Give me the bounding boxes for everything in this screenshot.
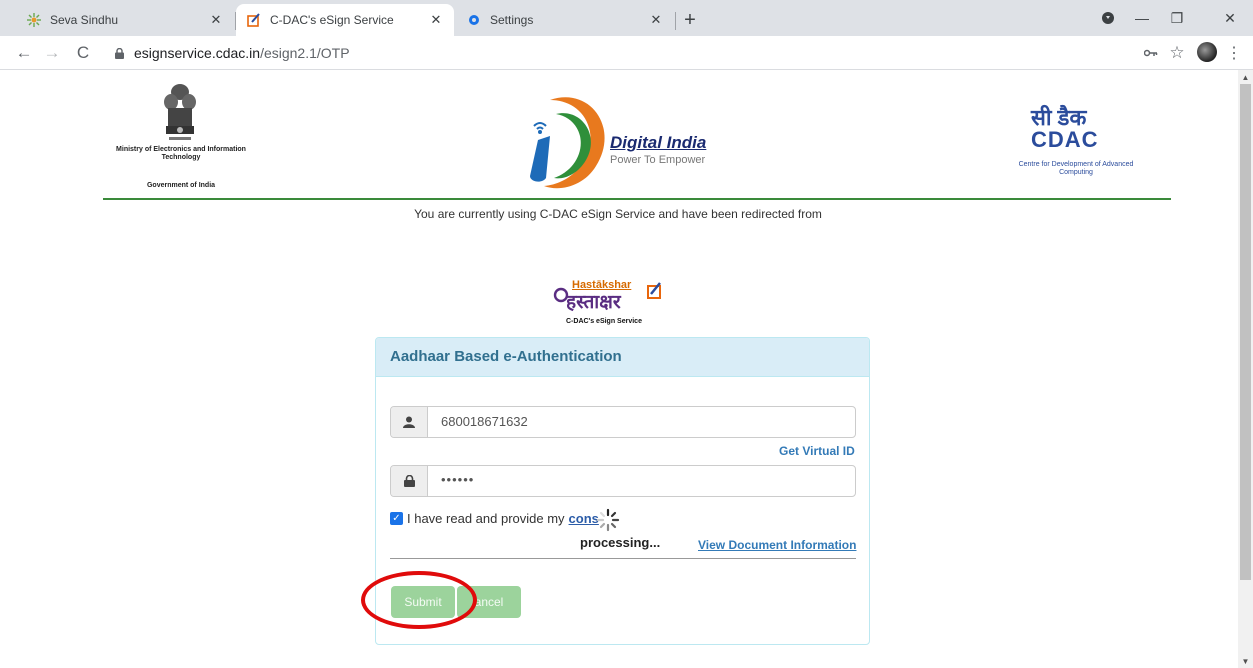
processing-text: processing... bbox=[580, 535, 661, 550]
tab-esign[interactable]: C-DAC's eSign Service ✕ bbox=[236, 4, 454, 36]
seva-sindhu-favicon bbox=[26, 12, 42, 28]
avatar[interactable] bbox=[1197, 42, 1217, 62]
panel-divider bbox=[390, 558, 856, 559]
browser-toolbar: ← → C esignservice.cdac.in/esign2.1/OTP … bbox=[0, 36, 1253, 70]
view-document-link[interactable]: View Document Information bbox=[698, 538, 856, 552]
digital-india-title: Digital India bbox=[610, 133, 707, 152]
scroll-up-arrow-icon[interactable]: ▲ bbox=[1238, 70, 1253, 84]
header-divider bbox=[103, 198, 1171, 200]
close-icon[interactable]: ✕ bbox=[648, 12, 664, 28]
consent-row: ✓ I have read and provide my cons bbox=[390, 511, 599, 526]
profile-indicator-icon[interactable] bbox=[1091, 6, 1125, 30]
aadhaar-input[interactable]: 680018671632 bbox=[390, 406, 856, 438]
esign-favicon bbox=[246, 12, 262, 28]
reload-icon[interactable]: C bbox=[71, 41, 95, 65]
ministry-caption: Ministry of Electronics and Information … bbox=[116, 146, 246, 161]
national-emblem-icon bbox=[164, 84, 196, 140]
loading-spinner-icon bbox=[596, 508, 620, 532]
tab-title: Settings bbox=[490, 13, 534, 27]
tab-title: Seva Sindhu bbox=[50, 13, 119, 27]
cdac-logo: CDAC bbox=[1031, 127, 1099, 152]
lock-icon bbox=[112, 46, 126, 60]
lock-icon bbox=[391, 466, 428, 496]
aadhaar-value: 680018671632 bbox=[441, 414, 528, 429]
ministry-government: Government of India bbox=[146, 182, 216, 189]
digital-india-logo-icon bbox=[530, 97, 605, 189]
redirect-notice: You are currently using C-DAC eSign Serv… bbox=[414, 207, 822, 221]
tab-title: C-DAC's eSign Service bbox=[270, 13, 394, 27]
back-icon[interactable]: ← bbox=[12, 41, 36, 65]
close-icon[interactable]: ✕ bbox=[428, 12, 444, 28]
user-icon bbox=[391, 407, 428, 437]
url-path: /esign2.1/OTP bbox=[260, 45, 350, 61]
consent-link[interactable]: cons bbox=[569, 511, 599, 526]
digital-india-tagline: Power To Empower bbox=[610, 154, 706, 166]
hastakshar-caption: C-DAC's eSign Service bbox=[566, 318, 642, 325]
address-bar[interactable]: esignservice.cdac.in/esign2.1/OTP bbox=[104, 41, 1249, 65]
browser-window: Seva Sindhu ✕ C-DAC's eSign Service ✕ Se… bbox=[0, 0, 1253, 668]
cdac-caption: Centre for Development of Advanced Compu… bbox=[1018, 161, 1134, 176]
menu-kebab-icon[interactable]: ⋮ bbox=[1222, 41, 1246, 65]
get-virtual-id-link[interactable]: Get Virtual ID bbox=[779, 444, 855, 458]
hastakshar-hi: हस्ताक्षर bbox=[566, 292, 621, 313]
tab-strip: Seva Sindhu ✕ C-DAC's eSign Service ✕ Se… bbox=[0, 0, 1253, 36]
close-icon[interactable]: ✕ bbox=[208, 12, 224, 28]
forward-icon[interactable]: → bbox=[40, 41, 64, 65]
scrollbar-thumb[interactable] bbox=[1240, 84, 1251, 580]
panel-title: Aadhaar Based e-Authentication bbox=[390, 348, 622, 365]
bookmark-star-icon[interactable]: ☆ bbox=[1165, 41, 1189, 65]
tab-settings[interactable]: Settings ✕ bbox=[456, 4, 674, 36]
minimize-icon[interactable]: — bbox=[1125, 6, 1159, 30]
consent-text: I have read and provide my bbox=[407, 511, 565, 526]
tab-divider bbox=[675, 12, 676, 30]
highlight-annotation bbox=[361, 571, 477, 629]
restore-icon[interactable]: ❐ bbox=[1160, 6, 1194, 30]
otp-input[interactable]: •••••• bbox=[390, 465, 856, 497]
tab-seva-sindhu[interactable]: Seva Sindhu ✕ bbox=[16, 4, 234, 36]
gear-icon bbox=[466, 12, 482, 28]
new-tab-button[interactable]: + bbox=[678, 8, 702, 32]
panel-heading: Aadhaar Based e-Authentication bbox=[376, 338, 869, 377]
otp-value: •••••• bbox=[441, 472, 475, 487]
key-icon[interactable] bbox=[1139, 41, 1163, 65]
window-close-icon[interactable]: ✕ bbox=[1213, 6, 1247, 30]
scroll-down-arrow-icon[interactable]: ▼ bbox=[1238, 654, 1253, 668]
consent-checkbox[interactable]: ✓ bbox=[390, 512, 403, 525]
url-host: esignservice.cdac.in bbox=[134, 45, 261, 61]
